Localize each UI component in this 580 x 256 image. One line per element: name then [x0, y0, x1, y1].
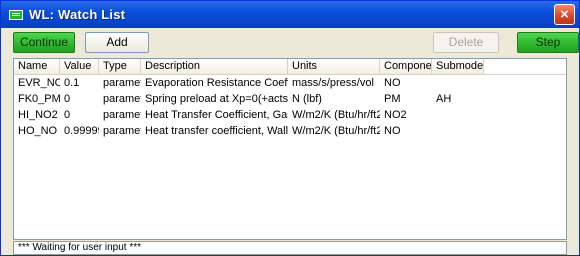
table-row[interactable]: HO_NO 0.99999 parameter Heat transfer co… [14, 124, 566, 139]
column-header-component[interactable]: Component [380, 59, 432, 74]
window-title: WL: Watch List [29, 7, 126, 22]
cell-type: parameter [103, 125, 141, 137]
cell-submodel [432, 108, 484, 123]
column-header-name[interactable]: Name [14, 59, 60, 74]
cell-submodel [432, 76, 484, 91]
column-header-type[interactable]: Type [99, 59, 141, 74]
window-app-icon [9, 9, 23, 20]
toolbar: Continue Add Delete Step [1, 28, 579, 58]
cell-description: Evaporation Resistance Coefficient [145, 77, 288, 89]
cell-value: 0 [64, 93, 71, 105]
cell-name: FK0_PM [18, 93, 60, 105]
cell-units: W/m2/K (Btu/hr/ft2/F) [292, 109, 380, 121]
cell-type: parameter [103, 109, 141, 121]
cell-description: Heat transfer coefficient, Wall/Ambient [145, 125, 288, 137]
cell-value: 0.99999 [64, 125, 99, 137]
cell-component: NO2 [384, 109, 407, 121]
watch-list-window: WL: Watch List × Continue Add Delete Ste… [0, 0, 580, 256]
delete-button[interactable]: Delete [433, 32, 499, 53]
cell-value: 0 [64, 109, 71, 121]
column-header-description[interactable]: Description [141, 59, 288, 74]
status-bar: *** Waiting for user input *** [13, 241, 567, 255]
table-row[interactable]: FK0_PM 0 parameter Spring preload at Xp=… [14, 92, 566, 107]
column-header-submodel[interactable]: Submodel [432, 59, 484, 74]
cell-description: Heat Transfer Coefficient, Gas/Wall [145, 109, 288, 121]
cell-description: Spring preload at Xp=0(+acts in +X dir) [145, 93, 288, 105]
add-button[interactable]: Add [85, 32, 149, 53]
cell-submodel: AH [436, 93, 452, 105]
title-bar[interactable]: WL: Watch List × [1, 1, 579, 28]
cell-submodel [432, 124, 484, 139]
cell-value: 0.1 [64, 77, 80, 89]
close-icon[interactable]: × [554, 4, 575, 25]
cell-component: NO [384, 125, 401, 137]
table-row[interactable]: HI_NO2 0 parameter Heat Transfer Coeffic… [14, 108, 566, 123]
column-header-value[interactable]: Value [60, 59, 99, 74]
cell-name: EVR_NO [18, 77, 60, 89]
cell-units: N (lbf) [292, 93, 322, 105]
cell-type: parameter [103, 93, 141, 105]
column-header-units[interactable]: Units [288, 59, 380, 74]
continue-button[interactable]: Continue [13, 32, 75, 53]
cell-units: W/m2/K (Btu/hr/ft2/R) [292, 125, 380, 137]
cell-type: parameter [103, 77, 141, 89]
watch-list-table[interactable]: Name Value Type Description Units Compon… [13, 58, 567, 240]
table-header: Name Value Type Description Units Compon… [14, 59, 566, 75]
cell-name: HO_NO [18, 125, 58, 137]
cell-units: mass/s/press/vol [292, 77, 374, 89]
step-button[interactable]: Step [517, 32, 579, 53]
table-row[interactable]: EVR_NO 0.1 parameter Evaporation Resista… [14, 76, 566, 91]
cell-component: NO [384, 77, 401, 89]
cell-name: HI_NO2 [18, 109, 58, 121]
cell-component: PM [384, 93, 401, 105]
